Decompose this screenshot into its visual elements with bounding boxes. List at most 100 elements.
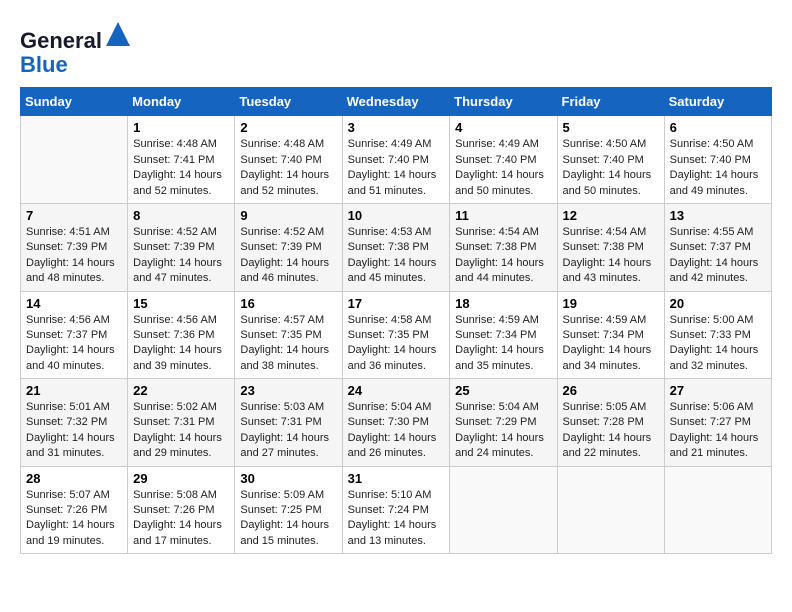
calendar-cell: 11Sunrise: 4:54 AM Sunset: 7:38 PM Dayli… [450,203,557,291]
calendar-cell: 19 Sunrise: 4:59 AM Sunset: 7:34 PM Dayli… [557,291,664,379]
day-info: Sunrise: 4:59 AM Sunset: 7:34 PM Dayligh… [563,313,659,375]
day-number: 7 [26,208,122,223]
calendar-week-row: 28 Sunrise: 5:07 AM Sunset: 7:26 PM Dayli… [21,466,772,554]
calendar-cell: 1 Sunrise: 4:48 AM Sunset: 7:41 PM Daylig… [128,116,235,204]
calendar-cell: 15 Sunrise: 4:56 AM Sunset: 7:36 PM Dayli… [128,291,235,379]
weekday-header-cell: Monday [128,88,235,116]
calendar-cell: 12 Sunrise: 4:54 AM Sunset: 7:38 PM Dayli… [557,203,664,291]
calendar-week-row: 14 Sunrise: 4:56 AM Sunset: 7:37 PM Dayli… [21,291,772,379]
day-number: 28 [26,471,122,486]
calendar-cell: 31 Sunrise: 5:10 AM Sunset: 7:24 PM Dayli… [342,466,450,554]
day-info: Sunrise: 4:53 AM Sunset: 7:38 PM Dayligh… [348,225,445,287]
day-number: 6 [670,120,766,135]
day-info: Sunrise: 4:52 AM Sunset: 7:39 PM Dayligh… [133,225,229,287]
logo-general-text: General [20,28,102,53]
weekday-header-row: SundayMondayTuesdayWednesdayThursdayFrid… [21,88,772,116]
calendar-cell: 29 Sunrise: 5:08 AM Sunset: 7:26 PM Dayli… [128,466,235,554]
day-number: 9 [240,208,336,223]
weekday-header-cell: Tuesday [235,88,342,116]
day-info: Sunrise: 4:51 AM Sunset: 7:39 PM Dayligh… [26,225,122,287]
day-info: Sunrise: 4:49 AM Sunset: 7:40 PM Dayligh… [348,137,445,199]
day-number: 21 [26,383,122,398]
day-number: 29 [133,471,229,486]
day-number: 18 [455,296,551,311]
day-info: Sunrise: 4:50 AM Sunset: 7:40 PM Dayligh… [563,137,659,199]
day-info: Sunrise: 5:08 AM Sunset: 7:26 PM Dayligh… [133,488,229,550]
logo-blue-text: Blue [20,52,68,77]
day-number: 14 [26,296,122,311]
day-info: Sunrise: 5:00 AM Sunset: 7:33 PM Dayligh… [670,313,766,375]
calendar-cell: 30Sunrise: 5:09 AM Sunset: 7:25 PM Dayli… [235,466,342,554]
calendar-week-row: 1 Sunrise: 4:48 AM Sunset: 7:41 PM Daylig… [21,116,772,204]
day-info: Sunrise: 4:56 AM Sunset: 7:37 PM Dayligh… [26,313,122,375]
day-info: Sunrise: 4:49 AM Sunset: 7:40 PM Dayligh… [455,137,551,199]
day-number: 25 [455,383,551,398]
calendar-cell [557,466,664,554]
logo-icon [104,20,132,48]
day-info: Sunrise: 4:57 AM Sunset: 7:35 PM Dayligh… [240,313,336,375]
day-number: 15 [133,296,229,311]
day-number: 10 [348,208,445,223]
calendar-cell: 25Sunrise: 5:04 AM Sunset: 7:29 PM Dayli… [450,379,557,467]
calendar-week-row: 21Sunrise: 5:01 AM Sunset: 7:32 PM Dayli… [21,379,772,467]
day-number: 19 [563,296,659,311]
page-header: General Blue [20,20,772,77]
day-info: Sunrise: 4:59 AM Sunset: 7:34 PM Dayligh… [455,313,551,375]
calendar-cell [664,466,771,554]
calendar-cell: 8 Sunrise: 4:52 AM Sunset: 7:39 PM Daylig… [128,203,235,291]
day-info: Sunrise: 5:06 AM Sunset: 7:27 PM Dayligh… [670,400,766,462]
calendar-cell: 9 Sunrise: 4:52 AM Sunset: 7:39 PM Daylig… [235,203,342,291]
calendar-cell: 3Sunrise: 4:49 AM Sunset: 7:40 PM Daylig… [342,116,450,204]
weekday-header-cell: Sunday [21,88,128,116]
day-info: Sunrise: 5:10 AM Sunset: 7:24 PM Dayligh… [348,488,445,550]
weekday-header-cell: Saturday [664,88,771,116]
day-info: Sunrise: 4:56 AM Sunset: 7:36 PM Dayligh… [133,313,229,375]
day-number: 20 [670,296,766,311]
day-info: Sunrise: 4:52 AM Sunset: 7:39 PM Dayligh… [240,225,336,287]
day-info: Sunrise: 5:04 AM Sunset: 7:30 PM Dayligh… [348,400,445,462]
calendar-cell: 23Sunrise: 5:03 AM Sunset: 7:31 PM Dayli… [235,379,342,467]
day-info: Sunrise: 4:55 AM Sunset: 7:37 PM Dayligh… [670,225,766,287]
calendar-cell: 13Sunrise: 4:55 AM Sunset: 7:37 PM Dayli… [664,203,771,291]
day-number: 2 [240,120,336,135]
weekday-header-cell: Wednesday [342,88,450,116]
calendar-cell [450,466,557,554]
day-info: Sunrise: 4:54 AM Sunset: 7:38 PM Dayligh… [563,225,659,287]
calendar-cell: 6 Sunrise: 4:50 AM Sunset: 7:40 PM Daylig… [664,116,771,204]
day-number: 31 [348,471,445,486]
calendar-cell: 4 Sunrise: 4:49 AM Sunset: 7:40 PM Daylig… [450,116,557,204]
calendar-cell: 27 Sunrise: 5:06 AM Sunset: 7:27 PM Dayli… [664,379,771,467]
day-info: Sunrise: 4:48 AM Sunset: 7:40 PM Dayligh… [240,137,336,199]
calendar-cell: 5Sunrise: 4:50 AM Sunset: 7:40 PM Daylig… [557,116,664,204]
day-number: 26 [563,383,659,398]
calendar-cell: 18 Sunrise: 4:59 AM Sunset: 7:34 PM Dayli… [450,291,557,379]
day-number: 27 [670,383,766,398]
day-info: Sunrise: 5:03 AM Sunset: 7:31 PM Dayligh… [240,400,336,462]
day-number: 22 [133,383,229,398]
day-info: Sunrise: 4:54 AM Sunset: 7:38 PM Dayligh… [455,225,551,287]
day-info: Sunrise: 5:02 AM Sunset: 7:31 PM Dayligh… [133,400,229,462]
day-number: 24 [348,383,445,398]
calendar-cell: 10 Sunrise: 4:53 AM Sunset: 7:38 PM Dayli… [342,203,450,291]
calendar-cell: 16 Sunrise: 4:57 AM Sunset: 7:35 PM Dayli… [235,291,342,379]
day-info: Sunrise: 4:48 AM Sunset: 7:41 PM Dayligh… [133,137,229,199]
day-number: 12 [563,208,659,223]
calendar-cell: 26Sunrise: 5:05 AM Sunset: 7:28 PM Dayli… [557,379,664,467]
calendar-cell: 14 Sunrise: 4:56 AM Sunset: 7:37 PM Dayli… [21,291,128,379]
calendar-cell [21,116,128,204]
calendar-body: 1 Sunrise: 4:48 AM Sunset: 7:41 PM Daylig… [21,116,772,554]
day-number: 8 [133,208,229,223]
day-info: Sunrise: 5:07 AM Sunset: 7:26 PM Dayligh… [26,488,122,550]
day-number: 4 [455,120,551,135]
calendar-cell: 24 Sunrise: 5:04 AM Sunset: 7:30 PM Dayli… [342,379,450,467]
calendar-cell: 7 Sunrise: 4:51 AM Sunset: 7:39 PM Daylig… [21,203,128,291]
day-number: 16 [240,296,336,311]
calendar-cell: 21Sunrise: 5:01 AM Sunset: 7:32 PM Dayli… [21,379,128,467]
weekday-header-cell: Friday [557,88,664,116]
day-info: Sunrise: 5:09 AM Sunset: 7:25 PM Dayligh… [240,488,336,550]
calendar-cell: 22 Sunrise: 5:02 AM Sunset: 7:31 PM Dayli… [128,379,235,467]
day-number: 1 [133,120,229,135]
day-info: Sunrise: 4:50 AM Sunset: 7:40 PM Dayligh… [670,137,766,199]
calendar-table: SundayMondayTuesdayWednesdayThursdayFrid… [20,87,772,554]
calendar-cell: 17Sunrise: 4:58 AM Sunset: 7:35 PM Dayli… [342,291,450,379]
